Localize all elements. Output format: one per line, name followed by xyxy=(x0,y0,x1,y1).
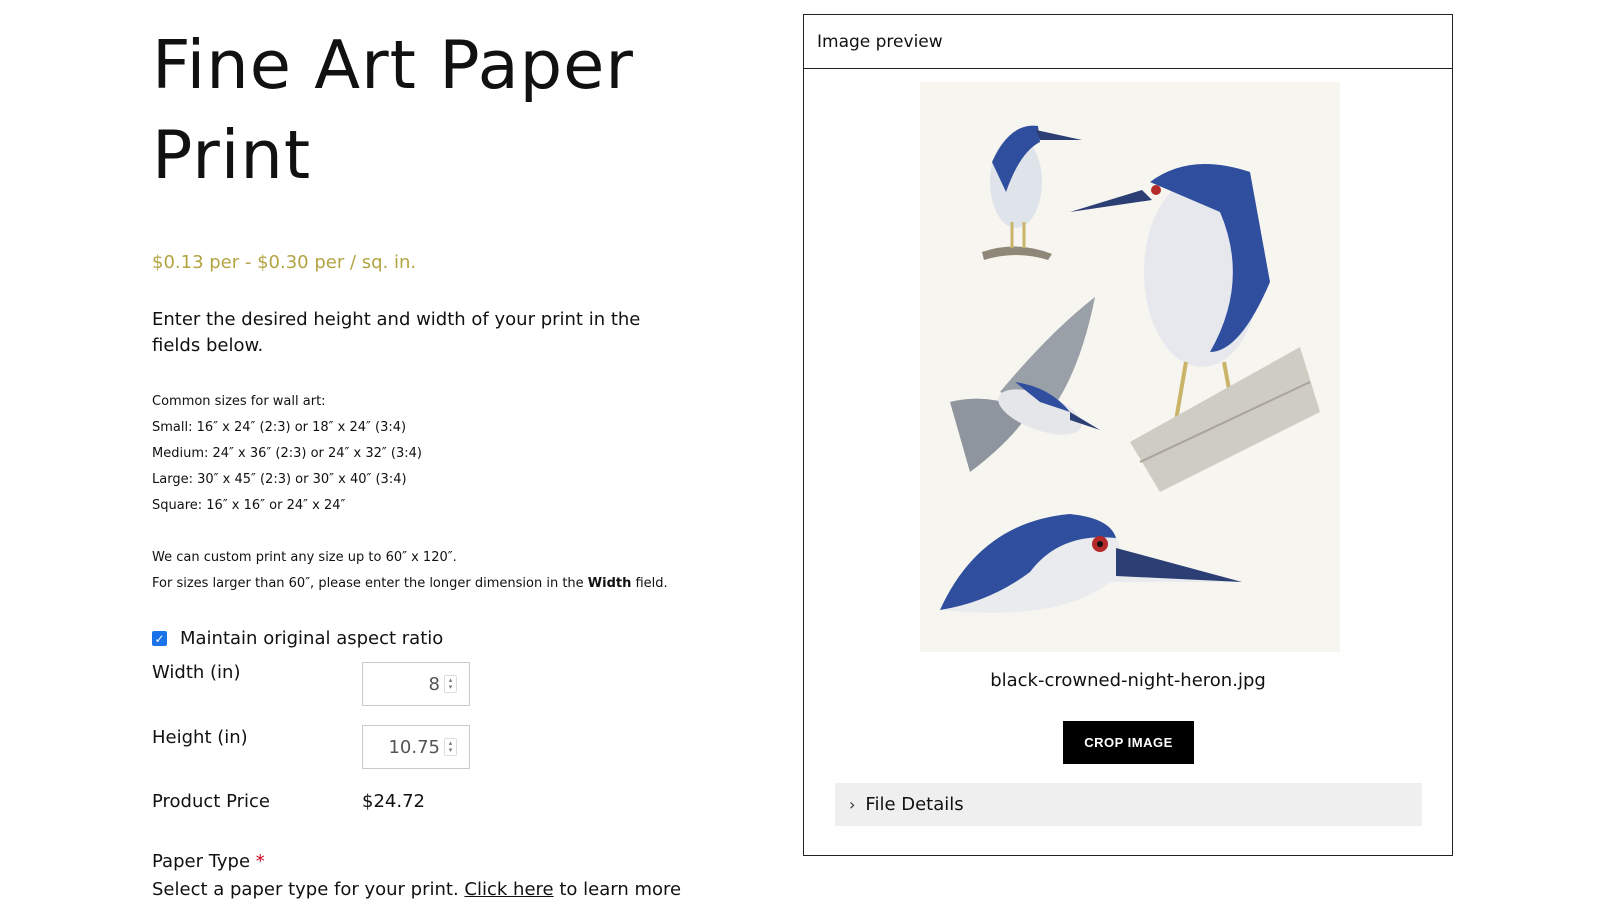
price-range: $0.13 per - $0.30 per / sq. in. xyxy=(152,252,417,273)
file-details-toggle[interactable]: › File Details xyxy=(835,783,1422,826)
width-label: Width (in) xyxy=(152,662,241,683)
width-spinner-icon[interactable]: ▴ ▾ xyxy=(444,675,457,693)
width-value: 8 xyxy=(428,673,440,695)
image-filename: black-crowned-night-heron.jpg xyxy=(990,670,1266,691)
aspect-ratio-row[interactable]: ✓ Maintain original aspect ratio xyxy=(152,628,443,649)
custom-line-1: We can custom print any size up to 60″ x… xyxy=(152,550,457,565)
page-title: Fine Art Paper Print xyxy=(152,20,712,200)
intro-text: Enter the desired height and width of yo… xyxy=(152,309,641,356)
paper-desc-post: to learn more xyxy=(553,879,682,900)
common-sizes: Common sizes for wall art: Small: 16″ x … xyxy=(152,389,712,519)
size-small: Small: 16″ x 24″ (2:3) or 18″ x 24″ (3:4… xyxy=(152,420,407,435)
paper-type-text: Paper Type xyxy=(152,851,251,872)
width-input[interactable]: 8 ▴ ▾ xyxy=(362,662,470,706)
height-spinner-icon[interactable]: ▴ ▾ xyxy=(444,738,457,756)
learn-more-link[interactable]: Click here xyxy=(464,879,553,900)
aspect-ratio-label: Maintain original aspect ratio xyxy=(180,628,444,649)
sizes-heading: Common sizes for wall art: xyxy=(152,394,326,409)
file-details-label: File Details xyxy=(865,794,964,815)
custom-line-2-bold: Width xyxy=(587,576,632,591)
crop-image-button[interactable]: CROP IMAGE xyxy=(1063,721,1194,764)
size-square: Square: 16″ x 16″ or 24″ x 24″ xyxy=(152,498,346,513)
required-mark: * xyxy=(255,851,265,872)
size-large: Large: 30″ x 45″ (2:3) or 30″ x 40″ (3:4… xyxy=(152,472,407,487)
paper-type-label: Paper Type * xyxy=(152,851,265,872)
height-value: 10.75 xyxy=(388,736,440,758)
product-price: $24.72 xyxy=(362,791,425,812)
title-line-1: Fine Art Paper xyxy=(152,26,634,104)
size-medium: Medium: 24″ x 36″ (2:3) or 24″ x 32″ (3:… xyxy=(152,446,422,461)
aspect-ratio-checkbox[interactable]: ✓ xyxy=(152,631,167,646)
custom-line-2: For sizes larger than 60″, please enter … xyxy=(152,571,712,597)
product-info: Fine Art Paper Print $0.13 per - $0.30 p… xyxy=(152,20,712,597)
panel-header: Image preview xyxy=(804,15,1452,69)
custom-size-note: We can custom print any size up to 60″ x… xyxy=(152,545,712,597)
paper-type-description: Select a paper type for your print. Clic… xyxy=(152,879,681,900)
price-label: Product Price xyxy=(152,791,270,812)
custom-line-2-post: field. xyxy=(631,576,668,591)
chevron-right-icon: › xyxy=(849,795,856,814)
heron-illustration xyxy=(920,82,1340,652)
title-line-2: Print xyxy=(152,116,312,194)
paper-desc-pre: Select a paper type for your print. xyxy=(152,879,465,900)
custom-line-2-pre: For sizes larger than 60″, please enter … xyxy=(152,576,588,591)
height-input[interactable]: 10.75 ▴ ▾ xyxy=(362,725,470,769)
preview-image xyxy=(920,82,1340,652)
image-preview-panel: Image preview black-crowned-night-heron.… xyxy=(803,14,1453,856)
height-label: Height (in) xyxy=(152,727,248,748)
